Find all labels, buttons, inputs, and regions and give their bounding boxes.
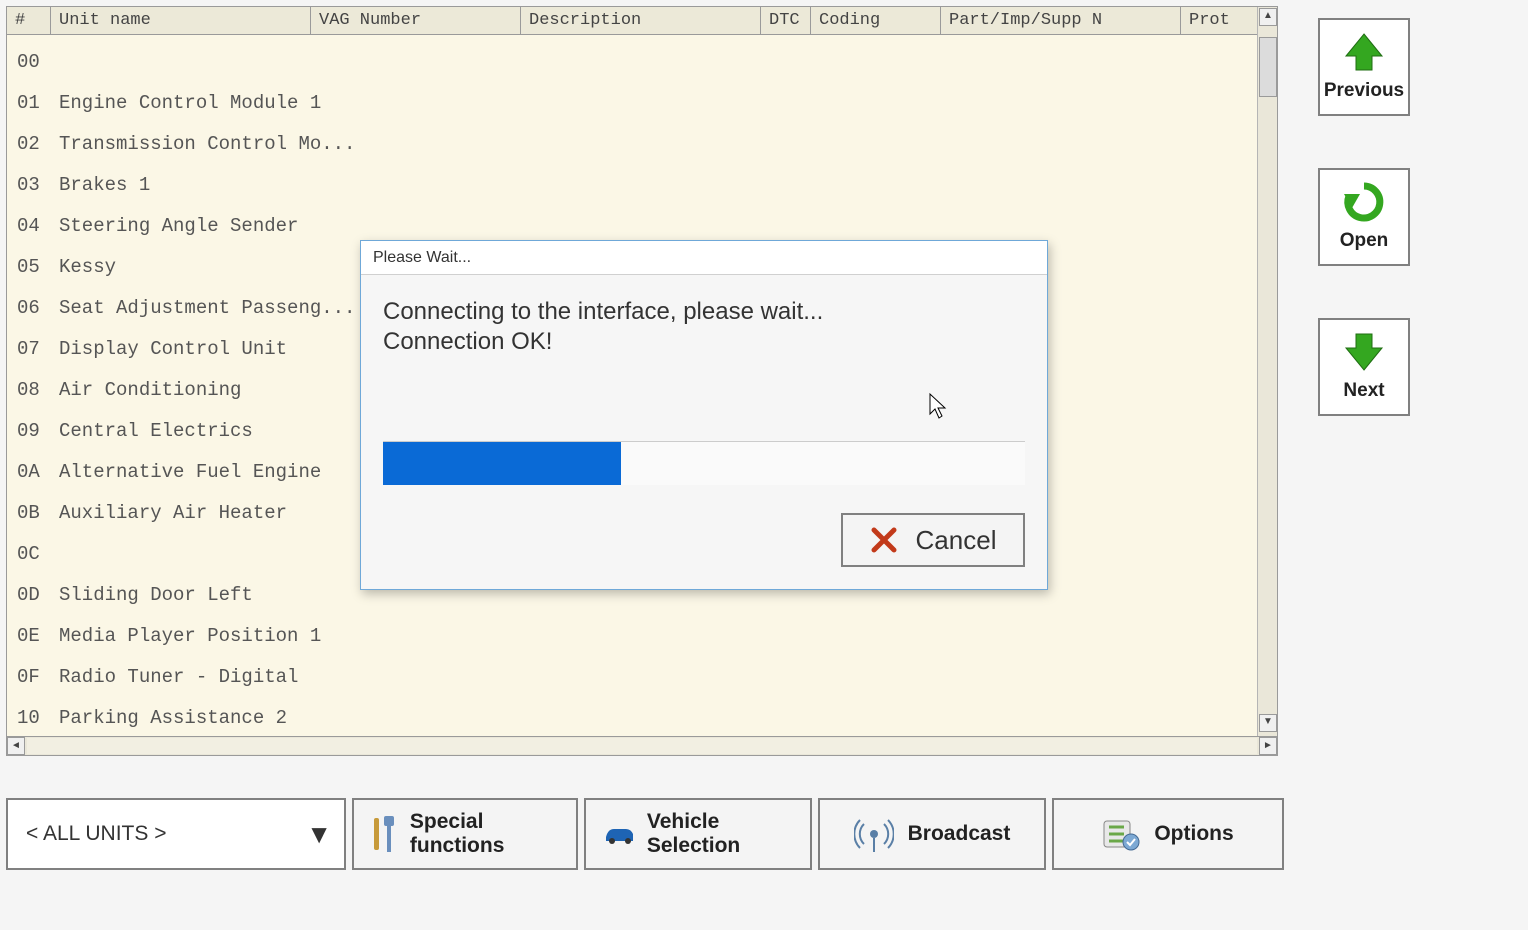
table-row[interactable]: 00 xyxy=(7,41,1277,82)
row-id: 00 xyxy=(7,51,51,73)
horizontal-scrollbar[interactable]: ◄ ► xyxy=(6,736,1278,756)
dialog-body: Connecting to the interface, please wait… xyxy=(361,275,1047,367)
hscroll-track[interactable] xyxy=(27,738,1257,754)
row-id: 10 xyxy=(7,707,51,729)
col-description[interactable]: Description xyxy=(521,7,761,34)
col-dtc[interactable]: DTC xyxy=(761,7,811,34)
col-part[interactable]: Part/Imp/Supp N xyxy=(941,7,1181,34)
row-id: 03 xyxy=(7,174,51,196)
col-unit-name[interactable]: Unit name xyxy=(51,7,311,34)
broadcast-button[interactable]: Broadcast xyxy=(818,798,1046,870)
table-row[interactable]: 0EMedia Player Position 1 xyxy=(7,615,1277,656)
open-button[interactable]: Open xyxy=(1318,168,1410,266)
row-id: 04 xyxy=(7,215,51,237)
options-icon xyxy=(1102,815,1140,853)
filter-label: < ALL UNITS > xyxy=(26,822,166,846)
row-id: 02 xyxy=(7,133,51,155)
table-header-row: # Unit name VAG Number Description DTC C… xyxy=(7,7,1277,35)
row-unit-name: Brakes 1 xyxy=(51,174,951,196)
next-label: Next xyxy=(1343,380,1384,401)
col-prot[interactable]: Prot xyxy=(1181,7,1241,34)
row-id: 0F xyxy=(7,666,51,688)
scroll-left-icon[interactable]: ◄ xyxy=(7,737,25,755)
col-vag-number[interactable]: VAG Number xyxy=(311,7,521,34)
dialog-message-line1: Connecting to the interface, please wait… xyxy=(383,297,1025,327)
arrow-down-icon xyxy=(1342,330,1386,374)
col-coding[interactable]: Coding xyxy=(811,7,941,34)
row-id: 0C xyxy=(7,543,51,565)
table-row[interactable]: 03Brakes 1 xyxy=(7,164,1277,205)
table-row[interactable]: 10Parking Assistance 2 xyxy=(7,697,1277,735)
arrow-up-icon xyxy=(1342,30,1386,74)
row-id: 07 xyxy=(7,338,51,360)
cancel-label: Cancel xyxy=(916,525,997,556)
table-row[interactable]: 0FRadio Tuner - Digital xyxy=(7,656,1277,697)
special-functions-label: Special functions xyxy=(410,810,560,858)
next-button[interactable]: Next xyxy=(1318,318,1410,416)
cancel-button[interactable]: Cancel xyxy=(841,513,1025,567)
row-id: 05 xyxy=(7,256,51,278)
vehicle-selection-button[interactable]: Vehicle Selection xyxy=(584,798,812,870)
progress-fill xyxy=(383,442,621,485)
units-filter-dropdown[interactable]: < ALL UNITS > ▼ xyxy=(6,798,346,870)
chevron-down-icon: ▼ xyxy=(306,819,332,850)
vehicle-selection-label: Vehicle Selection xyxy=(647,810,794,858)
row-id: 0E xyxy=(7,625,51,647)
row-unit-name: Engine Control Module 1 xyxy=(51,92,951,114)
row-id: 08 xyxy=(7,379,51,401)
row-id: 0D xyxy=(7,584,51,606)
col-num[interactable]: # xyxy=(7,7,51,34)
table-row[interactable]: 02Transmission Control Mo... xyxy=(7,123,1277,164)
tools-icon xyxy=(370,814,396,854)
options-label: Options xyxy=(1154,822,1233,846)
progress-bar xyxy=(383,441,1025,485)
dialog-title: Please Wait... xyxy=(361,241,1047,275)
row-unit-name: Parking Assistance 2 xyxy=(51,707,951,729)
scroll-down-icon[interactable]: ▼ xyxy=(1259,714,1277,732)
previous-label: Previous xyxy=(1324,80,1404,101)
bottom-toolbar: < ALL UNITS > ▼ Special functions Vehicl… xyxy=(6,798,1280,870)
row-id: 0B xyxy=(7,502,51,524)
row-unit-name: Media Player Position 1 xyxy=(51,625,951,647)
please-wait-dialog: Please Wait... Connecting to the interfa… xyxy=(360,240,1048,590)
row-id: 06 xyxy=(7,297,51,319)
scroll-thumb[interactable] xyxy=(1259,37,1277,97)
broadcast-icon xyxy=(854,814,894,854)
broadcast-label: Broadcast xyxy=(908,822,1011,846)
row-unit-name: Radio Tuner - Digital xyxy=(51,666,951,688)
special-functions-button[interactable]: Special functions xyxy=(352,798,578,870)
car-icon xyxy=(602,823,633,845)
row-unit-name: Transmission Control Mo... xyxy=(51,133,951,155)
vertical-scrollbar[interactable]: ▲ ▼ xyxy=(1257,7,1277,755)
table-row[interactable]: 01Engine Control Module 1 xyxy=(7,82,1277,123)
row-id: 01 xyxy=(7,92,51,114)
previous-button[interactable]: Previous xyxy=(1318,18,1410,116)
open-label: Open xyxy=(1340,230,1389,251)
scroll-up-icon[interactable]: ▲ xyxy=(1259,8,1277,26)
scroll-right-icon[interactable]: ► xyxy=(1259,737,1277,755)
row-id: 0A xyxy=(7,461,51,483)
row-unit-name: Steering Angle Sender xyxy=(51,215,951,237)
reload-icon xyxy=(1342,180,1386,224)
close-icon xyxy=(870,526,898,554)
dialog-message-line2: Connection OK! xyxy=(383,327,1025,357)
options-button[interactable]: Options xyxy=(1052,798,1284,870)
row-id: 09 xyxy=(7,420,51,442)
